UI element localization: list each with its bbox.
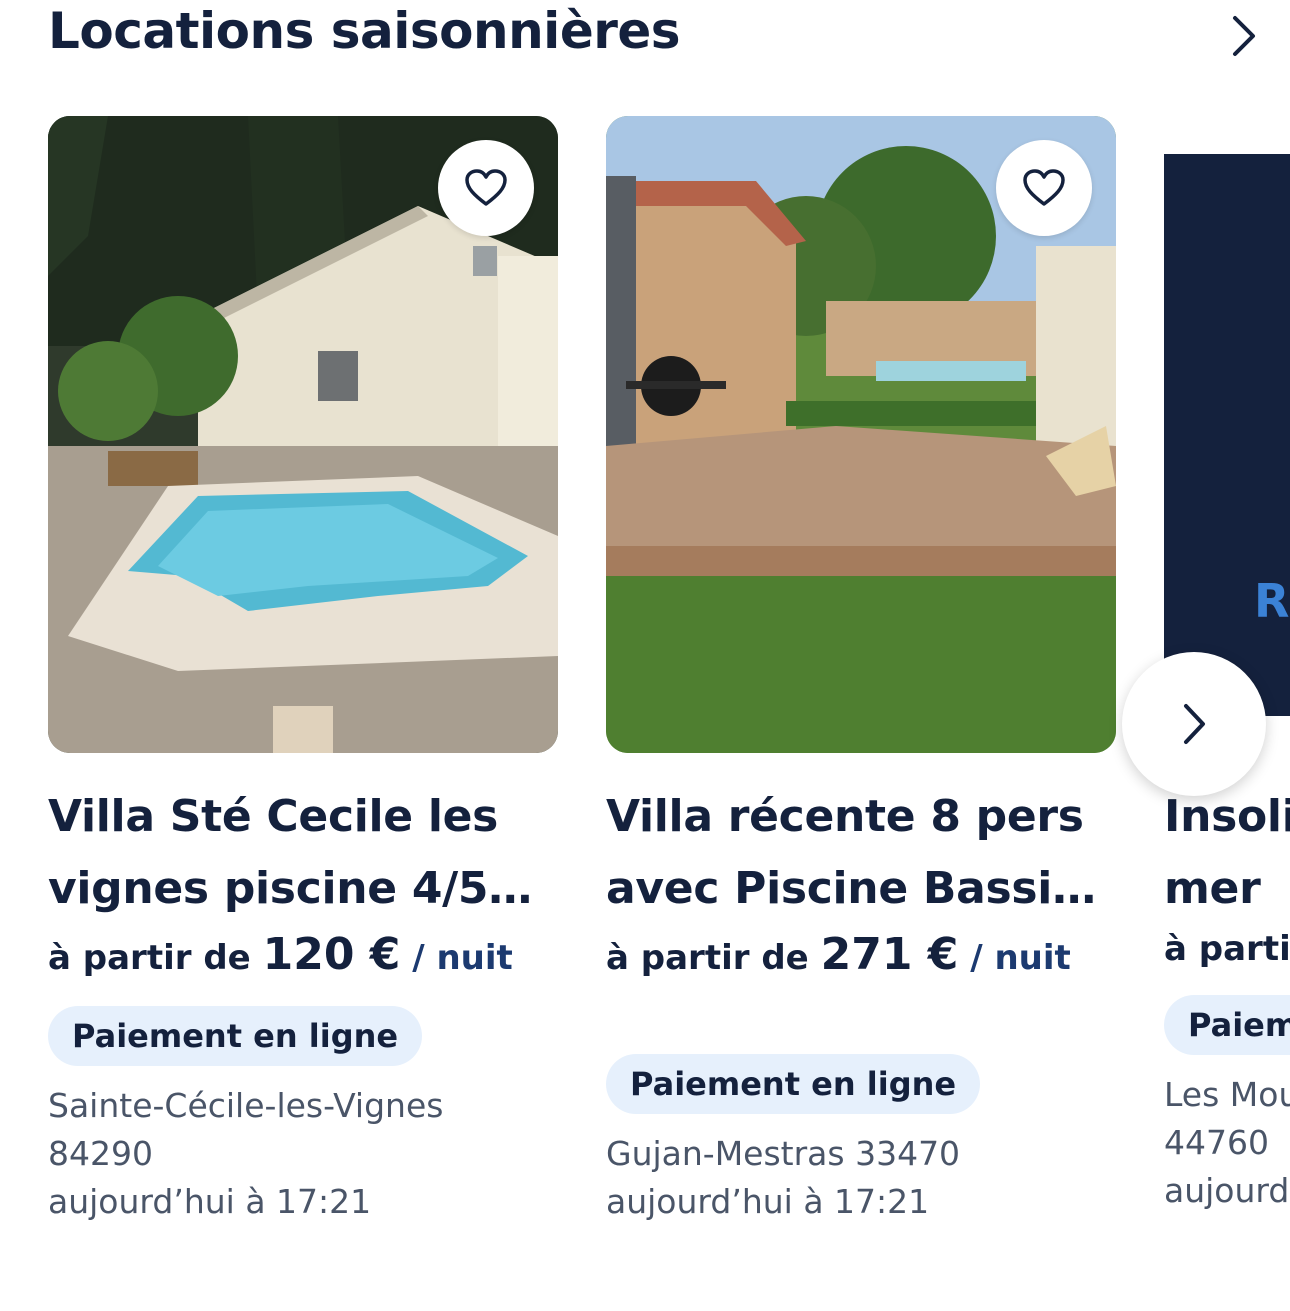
- chevron-right-icon: [1184, 704, 1205, 744]
- heart-outline-icon: [1023, 169, 1065, 206]
- listing-date: aujourd’: [1164, 1171, 1290, 1210]
- listing-photo[interactable]: [48, 116, 558, 753]
- listing-date: aujourd’hui à 17:21: [606, 1182, 930, 1221]
- favorite-button[interactable]: [996, 140, 1092, 236]
- price-unit: / nuit: [970, 938, 1071, 978]
- listing-title: Villa Sté Cecile les vignes piscine 4/5 …: [48, 791, 499, 914]
- promo-banner: R: [1164, 154, 1290, 716]
- price-line: à partir de 271 € / nuit: [606, 929, 1116, 980]
- listing-location: Sainte-Cécile-les-Vignes 84290 aujourd’h…: [48, 1082, 558, 1226]
- section-title: Locations saisonnières: [48, 2, 681, 60]
- location-city: Sainte-Cécile-les-Vignes: [48, 1086, 444, 1125]
- listing-date: aujourd’hui à 17:21: [48, 1182, 372, 1221]
- listing-title: Villa récente 8 pers avec Piscine Bassin…: [606, 791, 1084, 914]
- listing-title: Insolit mer: [1164, 791, 1290, 914]
- price-prefix: à partir de: [48, 938, 251, 978]
- location-postcode: 84290: [48, 1134, 153, 1173]
- price-amount: 120 €: [262, 929, 401, 980]
- online-payment-badge: Paiement en ligne: [606, 1054, 981, 1114]
- price-line: à partir: [1164, 929, 1290, 969]
- listing-location: Gujan-Mestras 33470 aujourd’hui à 17:21: [606, 1130, 1116, 1226]
- price-line: à partir de 120 € / nuit: [48, 929, 558, 980]
- price-unit: / nuit: [412, 938, 513, 978]
- heart-outline-icon: [465, 169, 507, 206]
- price-prefix: à partir: [1164, 929, 1290, 969]
- price-prefix: à partir de: [606, 938, 809, 978]
- listing-card[interactable]: Villa Sté Cecile les vignes piscine 4/5 …: [48, 116, 558, 1226]
- online-payment-badge: Paiem: [1164, 995, 1290, 1055]
- location-city: Les Mou: [1164, 1075, 1290, 1114]
- location-city: Gujan-Mestras 33470: [606, 1134, 961, 1173]
- seasonal-rentals-section: Locations saisonnières Villa Sté Cecile …: [0, 0, 1290, 1311]
- favorite-button[interactable]: [438, 140, 534, 236]
- listing-photo[interactable]: [606, 116, 1116, 753]
- listing-card[interactable]: Villa récente 8 pers avec Piscine Bassin…: [606, 116, 1116, 1226]
- listing-location: Les Mou 44760 aujourd’: [1164, 1071, 1290, 1215]
- location-postcode: 44760: [1164, 1123, 1269, 1162]
- promo-text: R: [1254, 574, 1290, 628]
- price-amount: 271 €: [820, 929, 959, 980]
- carousel-next-button[interactable]: [1122, 652, 1266, 796]
- online-payment-badge: Paiement en ligne: [48, 1006, 423, 1066]
